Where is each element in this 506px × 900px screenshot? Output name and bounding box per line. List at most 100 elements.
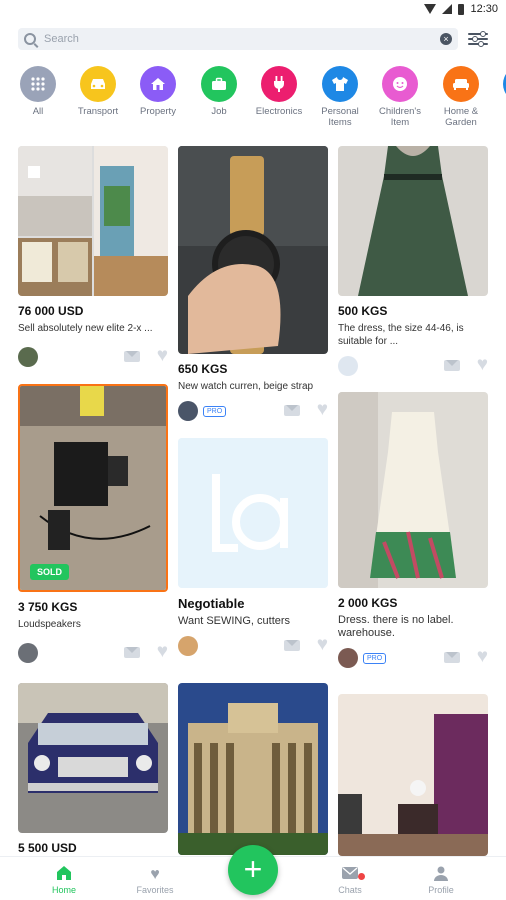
category-label: Children's Item — [379, 106, 421, 128]
listing-price: 76 000 USD — [18, 304, 84, 318]
category-strip[interactable]: All Transport Property Job Electronics P… — [0, 66, 506, 132]
category-personal-items[interactable]: Personal Items — [310, 66, 370, 128]
nav-label: Home — [51, 885, 76, 895]
avatar[interactable] — [338, 648, 358, 668]
listing-image[interactable] — [178, 438, 328, 588]
listing-footer: ♥ — [338, 355, 488, 376]
sold-badge: SOLD — [30, 564, 70, 580]
listing-card[interactable] — [338, 694, 488, 856]
listing-card[interactable]: 2 000 KGS Dress. there is no label. ware… — [338, 392, 488, 668]
user-icon — [411, 865, 471, 885]
nav-home[interactable]: Home — [34, 865, 94, 895]
mail-icon[interactable] — [284, 405, 300, 416]
clear-icon[interactable]: × — [440, 33, 452, 45]
category-childrens-item[interactable]: Children's Item — [370, 66, 430, 128]
mail-icon[interactable] — [124, 647, 140, 658]
listing-card[interactable] — [178, 683, 328, 855]
category-job[interactable]: Job — [189, 66, 249, 117]
heart-icon[interactable]: ♥ — [477, 355, 488, 374]
heart-icon[interactable]: ♥ — [157, 346, 168, 365]
listing-image[interactable] — [178, 146, 328, 354]
listing-card[interactable]: SOLD 3 750 KGS Loudspeakers ♥ — [18, 384, 168, 663]
listing-price: 500 KGS — [338, 304, 388, 318]
category-label: Job — [211, 106, 227, 117]
add-listing-button[interactable]: + — [228, 845, 278, 895]
heart-icon[interactable]: ♥ — [477, 647, 488, 666]
status-time: 12:30 — [470, 3, 498, 15]
mail-icon[interactable] — [444, 652, 460, 663]
category-electronics[interactable]: Electronics — [249, 66, 309, 117]
listing-footer: ♥ — [178, 635, 328, 656]
avatar[interactable] — [18, 643, 38, 663]
shirt-icon — [322, 66, 358, 102]
watch-photo — [178, 146, 328, 354]
room-photo — [338, 694, 488, 856]
car-icon — [80, 66, 116, 102]
category-label: Transport — [77, 106, 119, 117]
listing-description: Dress. there is no label. warehouse. — [338, 614, 454, 639]
listing-image[interactable]: SOLD — [18, 384, 168, 592]
heart-icon[interactable]: ♥ — [157, 642, 168, 661]
nav-label: Chats — [338, 885, 362, 895]
notification-dot — [358, 873, 365, 880]
nav-favorites[interactable]: ♥ Favorites — [125, 865, 185, 895]
listing-footer: ♥ — [18, 642, 168, 663]
building-photo — [178, 683, 328, 855]
grid-icon — [20, 66, 56, 102]
listing-image[interactable] — [338, 146, 488, 296]
category-all[interactable]: All — [8, 66, 68, 117]
listing-image[interactable] — [18, 146, 168, 296]
mail-icon[interactable] — [444, 360, 460, 371]
listing-description: Want SEWING, cutters — [178, 615, 291, 627]
nav-label: Favorites — [136, 885, 174, 895]
avatar[interactable] — [18, 347, 38, 367]
filter-icon[interactable] — [468, 30, 488, 48]
listing-description: Sell absolutely new elite 2-x ... — [18, 323, 153, 334]
category-label: Electronics — [255, 106, 303, 117]
category-transport[interactable]: Transport — [68, 66, 128, 117]
listing-image[interactable] — [178, 683, 328, 855]
search-input[interactable] — [44, 33, 440, 45]
listing-price: Negotiable — [178, 596, 245, 611]
pro-badge: PRO — [363, 652, 387, 664]
status-bar: 12:30 — [0, 0, 506, 18]
search-bar[interactable]: × — [18, 28, 458, 50]
listing-card[interactable]: 76 000 USD Sell absolutely new elite 2-x… — [18, 146, 168, 367]
category-label: Personal Items — [321, 106, 359, 128]
listing-card[interactable]: 650 KGS New watch curren, beige strap PR… — [178, 146, 328, 421]
listing-image[interactable] — [338, 694, 488, 856]
category-more[interactable]: S — [491, 66, 506, 117]
avatar[interactable] — [178, 401, 198, 421]
category-label: All — [32, 106, 44, 117]
category-property[interactable]: Property — [128, 66, 188, 117]
nav-chats[interactable]: Chats — [320, 865, 380, 895]
listing-description: Loudspeakers — [18, 619, 81, 630]
listing-description: The dress, the size 44-46, is suitable f… — [338, 323, 464, 347]
mail-icon[interactable] — [284, 640, 300, 651]
avatar[interactable] — [178, 636, 198, 656]
battery-icon — [458, 3, 465, 15]
sofa-icon — [443, 66, 479, 102]
listing-card[interactable]: Negotiable Want SEWING, cutters ♥ — [178, 438, 328, 656]
apartment-photo — [18, 146, 168, 296]
listing-price: 650 KGS — [178, 362, 228, 376]
mail-icon[interactable] — [124, 351, 140, 362]
listing-card[interactable]: 500 KGS The dress, the size 44-46, is su… — [338, 146, 488, 376]
category-label: Home & Garden — [443, 106, 479, 128]
placeholder-logo — [178, 438, 328, 588]
home-icon — [34, 865, 94, 885]
listing-image[interactable] — [18, 683, 168, 833]
plug-icon — [261, 66, 297, 102]
listing-footer: PRO ♥ — [338, 647, 488, 668]
heart-icon[interactable]: ♥ — [317, 635, 328, 654]
listing-price: 2 000 KGS — [338, 596, 398, 610]
wifi-icon — [424, 4, 437, 14]
nav-profile[interactable]: Profile — [411, 865, 471, 895]
listing-card[interactable]: 5 500 USD — [18, 683, 168, 855]
category-home-garden[interactable]: Home & Garden — [431, 66, 491, 128]
listing-image[interactable] — [338, 392, 488, 588]
category-label: Property — [140, 106, 176, 117]
avatar[interactable] — [338, 356, 358, 376]
car-photo — [18, 683, 168, 833]
heart-icon[interactable]: ♥ — [317, 400, 328, 419]
